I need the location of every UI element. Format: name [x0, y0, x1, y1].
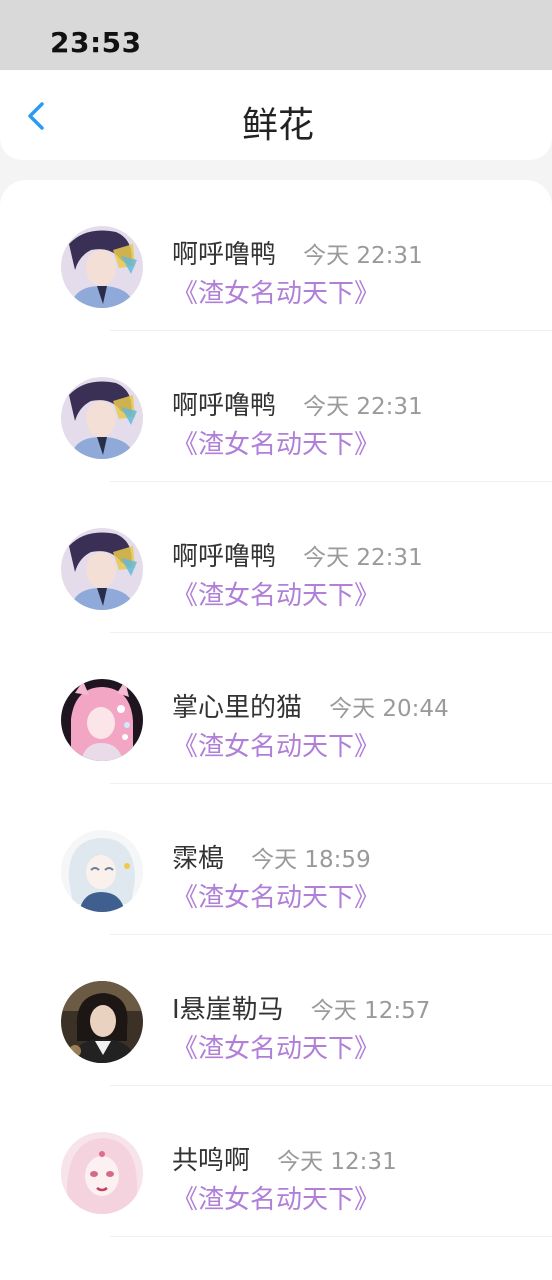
page-title: 鲜花 — [241, 105, 314, 146]
name-line: 啊呼噜鸭 今天 22:31 — [172, 385, 423, 422]
user-name[interactable]: 共鸣啊 — [172, 1146, 250, 1176]
book-title-link[interactable]: 《渣女名动天下》 — [172, 726, 380, 763]
book-title-link[interactable]: 《渣女名动天下》 — [172, 424, 380, 461]
avatar[interactable] — [61, 1132, 143, 1214]
user-name[interactable]: 掌心里的猫 — [172, 693, 302, 723]
list-item[interactable]: 共鸣啊 今天 12:31 《渣女名动天下》 — [0, 1086, 552, 1237]
name-line: 啊呼噜鸭 今天 22:31 — [172, 234, 423, 271]
book-title-link[interactable]: 《渣女名动天下》 — [172, 877, 380, 914]
timestamp: 今天 12:57 — [310, 998, 431, 1024]
list-item[interactable]: 啊呼噜鸭 今天 22:31 《渣女名动天下》 — [0, 482, 552, 633]
list-item[interactable]: 掌心里的猫 今天 20:44 《渣女名动天下》 — [0, 633, 552, 784]
status-time: 23:53 — [50, 26, 142, 59]
list-item[interactable]: 啊呼噜鸭 今天 22:31 《渣女名动天下》 — [0, 180, 552, 331]
name-line: 霂槝 今天 18:59 — [172, 838, 371, 875]
status-bar: 23:53 — [0, 0, 552, 70]
timestamp: 今天 22:31 — [303, 545, 423, 571]
nav-bar: 鲜花 — [0, 70, 552, 160]
user-name[interactable]: 啊呼噜鸭 — [172, 542, 276, 572]
user-name[interactable]: 霂槝 — [172, 844, 224, 874]
divider — [110, 1236, 552, 1237]
name-line: 掌心里的猫 今天 20:44 — [172, 687, 449, 724]
name-line: 共鸣啊 今天 12:31 — [172, 1140, 397, 1177]
flower-list: 啊呼噜鸭 今天 22:31 《渣女名动天下》 啊呼噜鸭 今天 22:31 《渣女… — [0, 180, 552, 1280]
timestamp: 今天 22:31 — [303, 243, 423, 269]
avatar[interactable] — [61, 377, 143, 459]
name-line: 啊呼噜鸭 今天 22:31 — [172, 536, 423, 573]
list-item[interactable]: 啊呼噜鸭 今天 22:31 《渣女名动天下》 — [0, 331, 552, 482]
name-line: I悬崖勒马 今天 12:57 — [172, 989, 430, 1026]
user-name[interactable]: 啊呼噜鸭 — [172, 240, 276, 270]
timestamp: 今天 20:44 — [329, 696, 449, 722]
book-title-link[interactable]: 《渣女名动天下》 — [172, 273, 380, 310]
user-name[interactable]: 啊呼噜鸭 — [172, 391, 276, 421]
avatar[interactable] — [61, 679, 143, 761]
timestamp: 今天 22:31 — [303, 394, 423, 420]
list-item[interactable]: 霂槝 今天 18:59 《渣女名动天下》 — [0, 784, 552, 935]
timestamp: 今天 12:31 — [277, 1149, 397, 1175]
avatar[interactable] — [61, 981, 143, 1063]
book-title-link[interactable]: 《渣女名动天下》 — [172, 1179, 380, 1216]
list-item[interactable]: I悬崖勒马 今天 12:57 《渣女名动天下》 — [0, 935, 552, 1086]
book-title-link[interactable]: 《渣女名动天下》 — [172, 575, 380, 612]
avatar[interactable] — [61, 226, 143, 308]
book-title-link[interactable]: 《渣女名动天下》 — [172, 1028, 380, 1065]
avatar[interactable] — [61, 830, 143, 912]
timestamp: 今天 18:59 — [251, 847, 371, 873]
user-name[interactable]: I悬崖勒马 — [172, 995, 284, 1025]
avatar[interactable] — [61, 528, 143, 610]
